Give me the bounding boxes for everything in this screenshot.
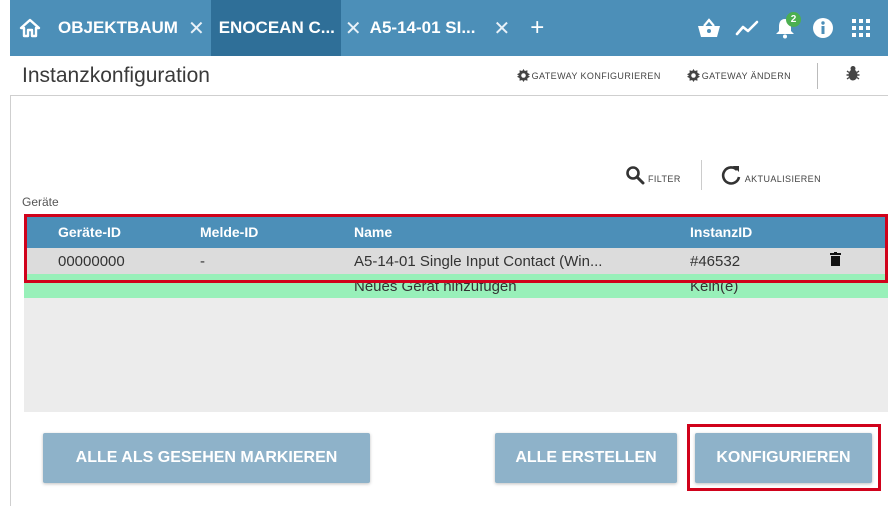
tab-label: OBJEKTBAUM [58, 18, 178, 37]
column-header-device-id[interactable]: Geräte-ID [24, 224, 194, 240]
add-tab-icon[interactable]: + [522, 14, 552, 42]
gateway-change-button[interactable]: GATEWAY ÄNDERN [686, 69, 791, 82]
trash-icon [830, 252, 841, 266]
cell-device-id: 00000000 [58, 252, 125, 270]
column-header-name[interactable]: Name [354, 224, 690, 240]
notifications-button[interactable]: 2 [766, 8, 804, 48]
table-header: Geräte-ID Melde-ID Name InstanzID [24, 216, 888, 248]
gear-icon [516, 69, 530, 82]
tab-enocean-configuration[interactable]: ENOCEAN C... [210, 0, 341, 56]
add-device-row[interactable]: Neues Gerät hinzufügen Kein(e) [24, 274, 888, 298]
close-icon[interactable]: ✕ [345, 16, 362, 41]
trend-button[interactable] [728, 8, 766, 48]
refresh-label: AKTUALISIEREN [744, 174, 821, 184]
refresh-button[interactable]: AKTUALISIEREN [720, 164, 821, 186]
home-icon [19, 18, 41, 38]
gateway-configure-label: GATEWAY KONFIGURIEREN [531, 70, 661, 81]
configure-button[interactable]: KONFIGURIEREN [695, 433, 872, 483]
delete-button[interactable] [830, 252, 870, 270]
column-header-instance-id[interactable]: InstanzID [690, 224, 830, 240]
apps-button[interactable] [842, 8, 880, 48]
page-title: Instanzkonfiguration [22, 63, 210, 87]
header-divider [817, 62, 818, 89]
cell-report-id: - [200, 252, 205, 270]
close-icon[interactable]: ✕ [494, 16, 511, 41]
table-toolbar: FILTER AKTUALISIEREN [625, 160, 821, 190]
toolbar-divider [700, 160, 702, 190]
column-header-report-id[interactable]: Melde-ID [194, 224, 354, 240]
debug-button[interactable] [846, 65, 860, 86]
home-button[interactable] [10, 0, 50, 56]
tab-label: A5-14-01 SI... [369, 18, 476, 37]
tab-a5-14-01[interactable]: ✕ A5-14-01 SI... ✕ [341, 0, 516, 56]
close-icon[interactable]: ✕ [188, 16, 205, 41]
cell-name: A5-14-01 Single Input Contact (Win... [354, 252, 603, 270]
filter-button[interactable]: FILTER [625, 165, 681, 185]
devices-table: Geräte-ID Melde-ID Name InstanzID 000000… [24, 216, 888, 412]
search-icon [626, 166, 645, 185]
mark-all-seen-button[interactable]: ALLE ALS GESEHEN MARKIEREN [43, 433, 370, 483]
info-icon [813, 18, 833, 38]
content-left-border [10, 96, 11, 506]
gateway-configure-button[interactable]: GATEWAY KONFIGURIEREN [516, 69, 661, 82]
grid-icon [852, 19, 870, 37]
filter-label: FILTER [648, 174, 681, 184]
refresh-icon [721, 166, 741, 185]
cell-instance-id: #46532 [690, 252, 741, 270]
add-device-label: Neues Gerät hinzufügen [354, 277, 517, 295]
tab-objektbaum[interactable]: OBJEKTBAUM ✕ [50, 0, 211, 56]
trend-icon [735, 20, 759, 36]
create-all-button[interactable]: ALLE ERSTELLEN [495, 433, 677, 483]
gateway-change-label: GATEWAY ÄNDERN [701, 70, 791, 81]
info-button[interactable] [804, 8, 842, 48]
notification-badge: 2 [786, 12, 801, 27]
add-device-instance: Kein(e) [690, 277, 739, 295]
basket-button[interactable] [690, 8, 728, 48]
bug-icon [846, 66, 860, 81]
section-label: Geräte [22, 195, 59, 209]
basket-icon [698, 18, 720, 37]
gear-icon [686, 69, 700, 82]
table-row[interactable]: 00000000 - A5-14-01 Single Input Contact… [24, 248, 888, 274]
page-header: Instanzkonfiguration GATEWAY KONFIGURIER… [10, 56, 888, 96]
top-tab-bar: OBJEKTBAUM ✕ ENOCEAN C... ✕ A5-14-01 SI.… [10, 0, 888, 56]
tab-label: ENOCEAN C... [218, 18, 335, 37]
